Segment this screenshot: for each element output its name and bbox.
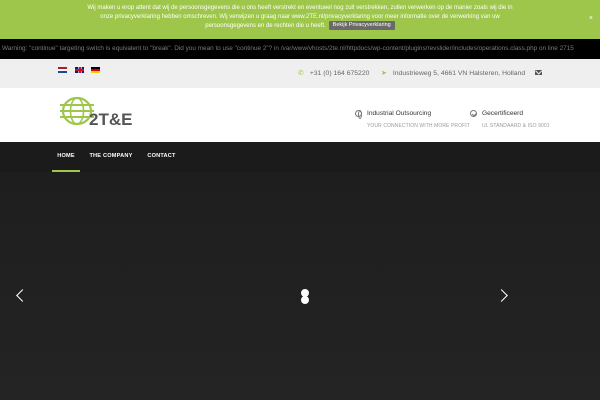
address-text: Industrieweg 5, 4661 VN Halsteren, Holla… <box>392 70 526 77</box>
flag-de-icon[interactable] <box>91 67 100 73</box>
hero-slider <box>0 172 600 400</box>
logo-text: 2T&E <box>89 110 132 129</box>
close-icon[interactable]: × <box>589 15 593 24</box>
cookie-consent-bar: Wij maken u erop attent dat wij de perso… <box>0 0 600 39</box>
check-circle-icon <box>470 110 477 117</box>
warning-text: Warning: "continue" targeting switch is … <box>2 45 574 52</box>
info-subtitle: YOUR CONNECTION WITH MORE PROFIT <box>367 123 470 129</box>
logo[interactable]: 2T&E <box>58 90 156 136</box>
site-header: 2T&E Industrial Outsourcing YOUR CONNECT… <box>0 88 600 142</box>
loading-spinner-icon <box>299 289 310 306</box>
info-subtitle: UL STANDAARD & ISO 9001 <box>482 123 550 129</box>
envelope-icon[interactable] <box>535 70 542 75</box>
chevron-right-icon[interactable] <box>495 289 508 302</box>
info-title: Gecertificeerd <box>482 110 524 117</box>
chevron-left-icon[interactable] <box>16 289 29 302</box>
location-arrow-icon: ➤ <box>381 70 387 77</box>
logo-graphic: 2T&E <box>60 96 132 129</box>
nav-item-contact[interactable]: CONTACT <box>143 142 180 172</box>
php-warning: Warning: "continue" targeting switch is … <box>0 39 600 59</box>
globe-icon <box>355 110 362 119</box>
flag-en-icon[interactable] <box>75 67 84 73</box>
info-title: Industrial Outsourcing <box>367 110 432 117</box>
phone-number: +31 (0) 164 675220 <box>309 70 370 77</box>
address-contact: ➤ Industrieweg 5, 4661 VN Halsteren, Holl… <box>381 59 525 88</box>
top-bar: ✆ +31 (0) 164 675220 ➤ Industrieweg 5, 466… <box>0 59 600 88</box>
flag-nl-icon[interactable] <box>58 67 67 73</box>
phone-icon: ✆ <box>298 70 304 77</box>
main-nav: HOME THE COMPANY CONTACT <box>0 142 600 172</box>
nav-item-home[interactable]: HOME <box>52 142 80 172</box>
nav-item-the-company[interactable]: THE COMPANY <box>86 142 136 172</box>
cookie-message: Wij maken u erop attent dat wij de perso… <box>87 5 513 30</box>
privacy-statement-button[interactable]: Bekijk Privacyverklaring <box>328 21 395 30</box>
phone-contact[interactable]: ✆ +31 (0) 164 675220 <box>298 59 369 88</box>
